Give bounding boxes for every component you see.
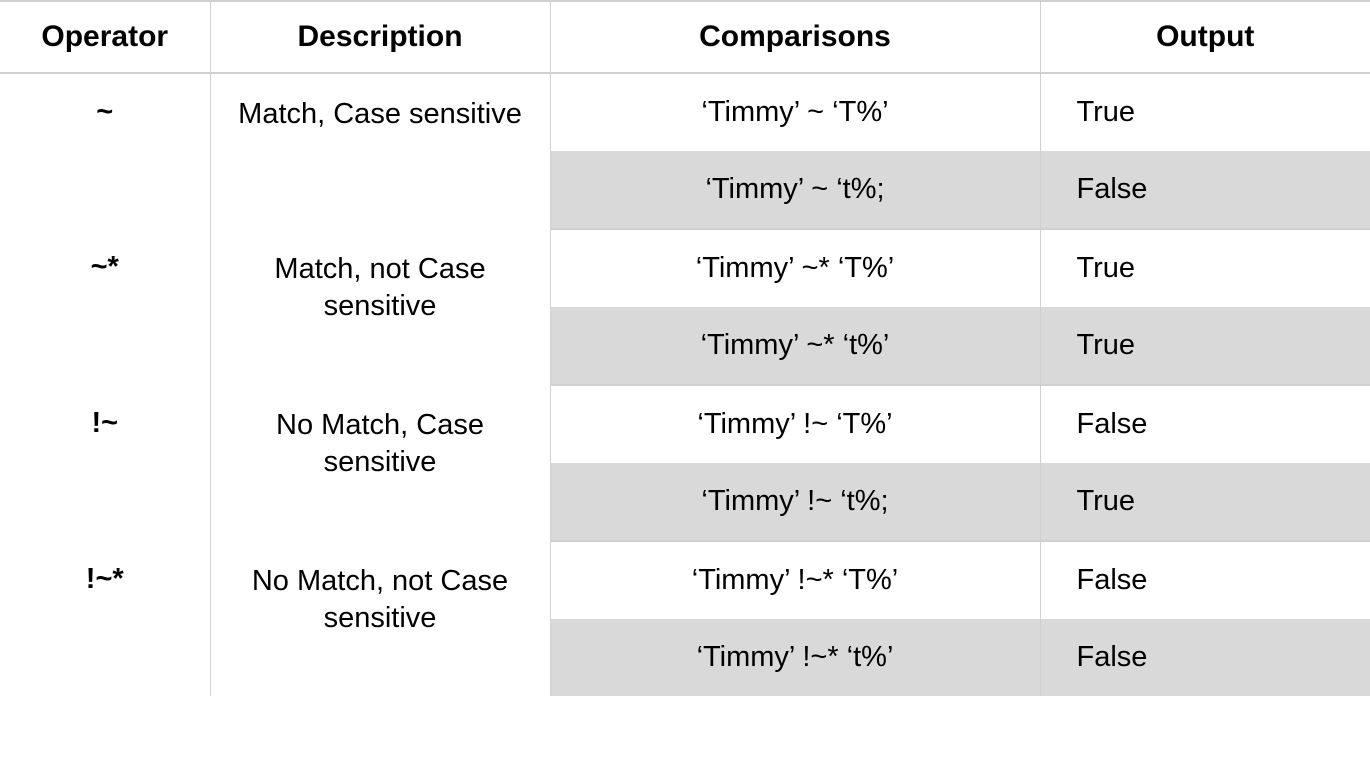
output-cell: False [1040,541,1370,619]
header-operator: Operator [0,1,210,73]
comparison-cell: ‘Timmy’ !~* ‘T%’ [550,541,1040,619]
operator-cell: !~* [0,541,210,696]
output-cell: True [1040,229,1370,307]
comparison-cell: ‘Timmy’ ~* ‘T%’ [550,229,1040,307]
operators-table: Operator Description Comparisons Output … [0,0,1370,696]
output-cell: True [1040,307,1370,385]
description-cell: No Match, not Case sensitive [210,541,550,696]
output-cell: True [1040,73,1370,151]
table-row: ~* Match, not Case sensitive ‘Timmy’ ~* … [0,229,1370,307]
operator-cell: ~* [0,229,210,385]
comparison-cell: ‘Timmy’ !~* ‘t%’ [550,619,1040,696]
comparison-cell: ‘Timmy’ ~ ‘t%; [550,151,1040,229]
description-cell: Match, Case sensitive [210,73,550,229]
header-description: Description [210,1,550,73]
table-header-row: Operator Description Comparisons Output [0,1,1370,73]
output-cell: False [1040,619,1370,696]
comparison-cell: ‘Timmy’ ~ ‘T%’ [550,73,1040,151]
header-output: Output [1040,1,1370,73]
comparison-cell: ‘Timmy’ !~ ‘t%; [550,463,1040,541]
operator-cell: !~ [0,385,210,541]
header-comparisons: Comparisons [550,1,1040,73]
table-row: !~ No Match, Case sensitive ‘Timmy’ !~ ‘… [0,385,1370,463]
table-row: ~ Match, Case sensitive ‘Timmy’ ~ ‘T%’ T… [0,73,1370,151]
operator-cell: ~ [0,73,210,229]
output-cell: False [1040,151,1370,229]
comparison-cell: ‘Timmy’ ~* ‘t%’ [550,307,1040,385]
table-row: !~* No Match, not Case sensitive ‘Timmy’… [0,541,1370,619]
output-cell: False [1040,385,1370,463]
description-cell: Match, not Case sensitive [210,229,550,385]
comparison-cell: ‘Timmy’ !~ ‘T%’ [550,385,1040,463]
description-cell: No Match, Case sensitive [210,385,550,541]
output-cell: True [1040,463,1370,541]
